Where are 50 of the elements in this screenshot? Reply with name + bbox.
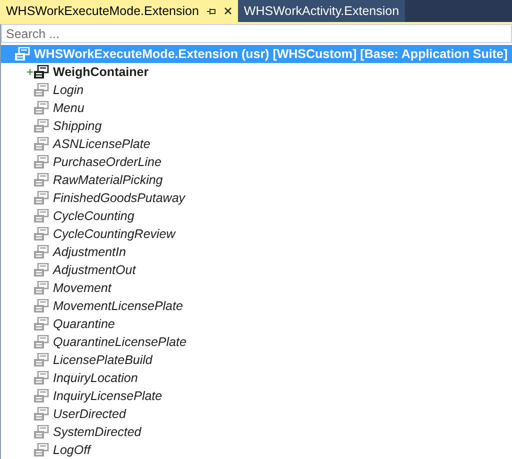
tree-item[interactable]: FinishedGoodsPutaway (1, 189, 512, 207)
node-icon (33, 335, 49, 349)
node-icon (33, 119, 49, 133)
node-icon (33, 137, 49, 151)
tree-item[interactable]: InquiryLocation (1, 369, 512, 387)
tree-item[interactable]: PurchaseOrderLine (1, 153, 512, 171)
node-icon (33, 83, 49, 97)
tree-item[interactable]: RawMaterialPicking (1, 171, 512, 189)
tree-item[interactable]: Movement (1, 279, 512, 297)
node-icon (33, 245, 49, 259)
tree-item[interactable]: AdjustmentIn (1, 243, 512, 261)
tree-item[interactable]: MovementLicensePlate (1, 297, 512, 315)
node-icon (33, 65, 49, 79)
tree-item[interactable]: InquiryLicensePlate (1, 387, 512, 405)
search-field[interactable]: Search ... (1, 24, 512, 43)
tree-item[interactable]: AdjustmentOut (1, 261, 512, 279)
tree-item[interactable]: WeighContainer (1, 63, 512, 81)
node-icon (33, 227, 49, 241)
tree-item[interactable]: SystemDirected (1, 423, 512, 441)
tree-item[interactable]: Menu (1, 99, 512, 117)
tree-item[interactable]: LogOff (1, 441, 512, 459)
close-icon[interactable] (224, 7, 232, 15)
document-tab[interactable]: WHSWorkActivity.Extension (238, 0, 406, 22)
node-icon (33, 299, 49, 313)
node-icon (33, 281, 49, 295)
pin-icon[interactable] (206, 8, 216, 14)
node-icon (33, 101, 49, 115)
node-icon (33, 317, 49, 331)
document-tab[interactable]: WHSWorkExecuteMode.Extension (0, 0, 238, 22)
node-icon (33, 173, 49, 187)
node-icon (33, 353, 49, 367)
node-icon (33, 371, 49, 385)
tree-item[interactable]: LicensePlateBuild (1, 351, 512, 369)
tree-item[interactable]: UserDirected (1, 405, 512, 423)
node-icon (33, 191, 49, 205)
node-icon (33, 425, 49, 439)
tree-item[interactable]: CycleCounting (1, 207, 512, 225)
tree-item[interactable]: CycleCountingReview (1, 225, 512, 243)
node-icon (14, 47, 30, 61)
node-icon (33, 407, 49, 421)
node-icon (33, 389, 49, 403)
plus-icon (27, 69, 33, 75)
tree-item[interactable]: Login (1, 81, 512, 99)
node-icon (33, 209, 49, 223)
tree-item[interactable]: ASNLicensePlate (1, 135, 512, 153)
node-icon (33, 263, 49, 277)
node-icon (33, 155, 49, 169)
tree-item[interactable]: Quarantine (1, 315, 512, 333)
tree-item[interactable]: QuarantineLicensePlate (1, 333, 512, 351)
tree-item[interactable]: Shipping (1, 117, 512, 135)
